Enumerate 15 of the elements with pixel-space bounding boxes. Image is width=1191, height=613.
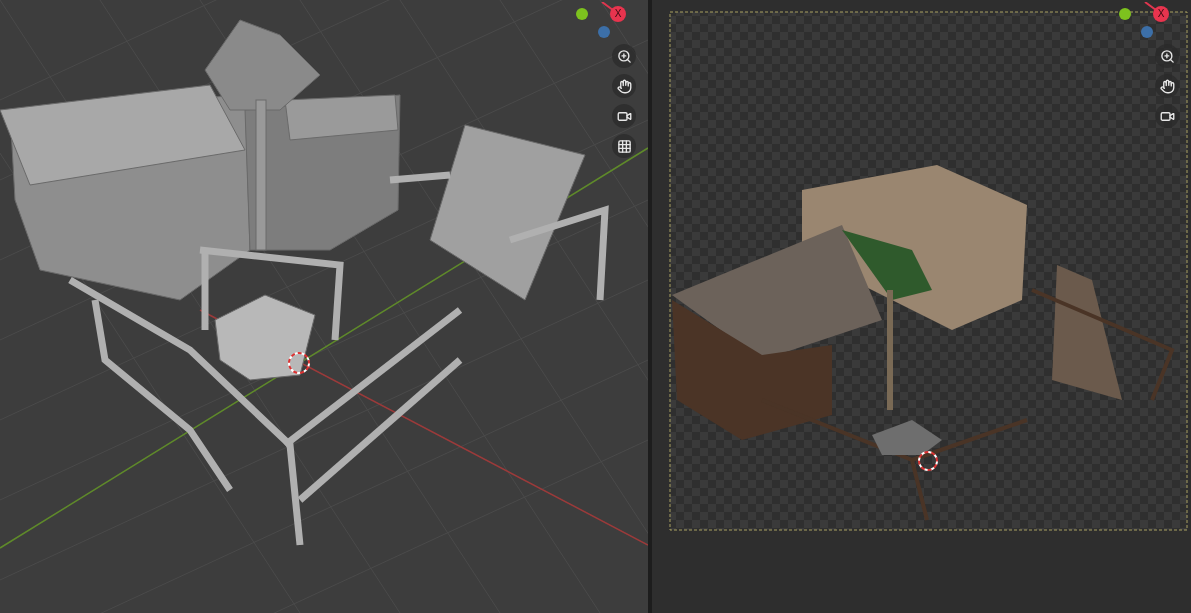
viewport-nav-button[interactable]	[612, 74, 636, 98]
x-axis-label: X	[1156, 7, 1166, 21]
viewport-nav-button[interactable]	[612, 104, 636, 128]
3d-cursor-icon	[918, 451, 938, 471]
viewport[interactable]: X	[0, 0, 648, 613]
grid-icon	[616, 138, 632, 154]
zoom-icon	[1159, 48, 1175, 64]
viewport-nav-button[interactable]	[612, 44, 636, 68]
zoom-icon	[616, 48, 632, 64]
x-axis-label: X	[613, 7, 623, 21]
viewport-nav-button[interactable]	[612, 134, 636, 158]
3d-cursor-icon	[288, 352, 310, 374]
hand-icon	[616, 78, 632, 94]
hand-icon	[1159, 78, 1175, 94]
viewport[interactable]: X	[652, 0, 1191, 613]
